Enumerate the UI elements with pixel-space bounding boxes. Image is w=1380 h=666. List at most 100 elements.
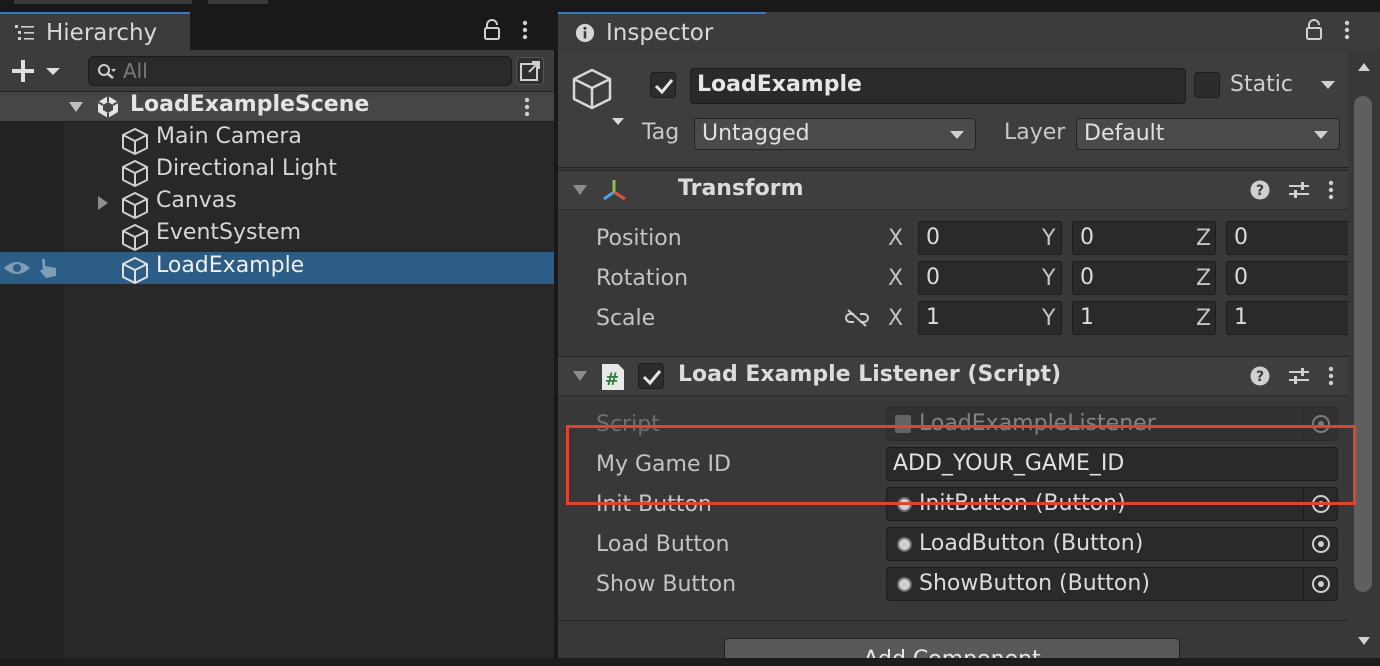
- hierarchy-panel: Hierarchy All LoadExampleScene Main Came…: [0, 12, 554, 666]
- tag-value: Untagged: [702, 121, 810, 146]
- hierarchy-tab-label: Hierarchy: [46, 20, 158, 46]
- kebab-menu-icon[interactable]: [524, 96, 530, 118]
- list-item-canvas[interactable]: Canvas: [0, 187, 554, 219]
- script-file-icon: [895, 415, 911, 433]
- rotation-x-field[interactable]: 0: [918, 261, 1062, 295]
- svg-text:#: #: [605, 370, 619, 390]
- visibility-eye-icon[interactable]: [2, 258, 32, 278]
- object-dot-icon: [897, 537, 912, 552]
- load-button-value: LoadButton (Button): [919, 531, 1144, 556]
- scroll-down-icon[interactable]: [1357, 636, 1371, 646]
- scale-label: Scale: [596, 306, 656, 331]
- scale-z-value: 1: [1234, 305, 1248, 330]
- inspector-panel: Inspector LoadExample Static Tag Untagge…: [558, 12, 1380, 666]
- script-component-header[interactable]: # Load Example Listener (Script) ?: [558, 356, 1348, 396]
- list-item-event-system[interactable]: EventSystem: [0, 219, 554, 251]
- chevron-down-icon: [950, 131, 964, 139]
- search-icon: [98, 64, 116, 79]
- axis-x-label: X: [888, 266, 904, 291]
- object-picker-icon[interactable]: [1303, 568, 1337, 600]
- inspector-scrollbar[interactable]: [1348, 50, 1380, 666]
- position-z-value: 0: [1234, 225, 1248, 250]
- hierarchy-list-icon: [15, 25, 34, 40]
- scale-x-field[interactable]: 1: [918, 301, 1062, 335]
- kebab-menu-icon[interactable]: [522, 19, 528, 41]
- scale-y-field[interactable]: 1: [1072, 301, 1216, 335]
- load-button-field[interactable]: LoadButton (Button): [886, 527, 1338, 561]
- list-item-directional-light[interactable]: Directional Light: [0, 155, 554, 187]
- chevron-right-icon[interactable]: [96, 195, 110, 211]
- constrain-proportions-icon[interactable]: [844, 308, 870, 328]
- top-tab-strip-2: [208, 0, 268, 4]
- create-dropdown-button[interactable]: [10, 58, 66, 84]
- position-y-value: 0: [1080, 225, 1094, 250]
- show-button-value: ShowButton (Button): [919, 571, 1150, 596]
- bottom-strip: [0, 658, 1380, 666]
- object-name-value: LoadExample: [697, 72, 862, 97]
- axis-z-label: Z: [1196, 226, 1212, 251]
- component-enabled-checkbox[interactable]: [638, 363, 664, 389]
- preset-sliders-icon[interactable]: [1288, 366, 1310, 386]
- rotation-y-field[interactable]: 0: [1072, 261, 1216, 295]
- show-button-field[interactable]: ShowButton (Button): [886, 567, 1338, 601]
- gameobject-icon-selector[interactable]: [570, 68, 626, 128]
- game-id-input[interactable]: ADD_YOUR_GAME_ID: [886, 447, 1338, 481]
- item-label: Directional Light: [156, 156, 337, 181]
- lock-icon[interactable]: [482, 19, 502, 41]
- object-name-field[interactable]: LoadExample: [690, 68, 1186, 104]
- pickable-hand-icon[interactable]: [36, 256, 60, 280]
- lock-icon[interactable]: [1304, 19, 1324, 41]
- scrollbar-thumb[interactable]: [1354, 96, 1372, 592]
- object-picker-icon[interactable]: [1303, 528, 1337, 560]
- checkmark-icon: [642, 370, 662, 386]
- help-icon[interactable]: ?: [1250, 180, 1270, 200]
- init-button-field[interactable]: InitButton (Button): [886, 487, 1338, 521]
- layer-label: Layer: [1004, 120, 1066, 145]
- preset-sliders-icon[interactable]: [1288, 180, 1310, 200]
- info-icon: [575, 23, 595, 43]
- scene-row[interactable]: LoadExampleScene: [0, 92, 554, 122]
- chevron-down-icon[interactable]: [572, 184, 588, 196]
- position-x-field[interactable]: 0: [918, 221, 1062, 255]
- static-checkbox[interactable]: [1194, 72, 1220, 98]
- scroll-up-icon[interactable]: [1357, 62, 1371, 72]
- tab-inspector[interactable]: Inspector: [558, 12, 766, 50]
- axis-z-label: Z: [1196, 306, 1212, 331]
- list-item-load-example[interactable]: LoadExample: [0, 252, 554, 284]
- position-y-field[interactable]: 0: [1072, 221, 1216, 255]
- script-component-title: Load Example Listener (Script): [678, 362, 1062, 387]
- active-checkbox[interactable]: [650, 72, 676, 98]
- kebab-menu-icon[interactable]: [1328, 179, 1334, 201]
- chevron-down-icon: [1314, 131, 1328, 139]
- game-id-value: ADD_YOUR_GAME_ID: [893, 451, 1125, 476]
- chevron-down-icon[interactable]: [572, 370, 588, 382]
- inspector-tab-bar-rest: [766, 12, 1380, 50]
- kebab-menu-icon[interactable]: [1328, 365, 1334, 387]
- inspector-tab-label: Inspector: [606, 20, 714, 46]
- chevron-down-icon[interactable]: [1320, 80, 1336, 90]
- search-input[interactable]: All: [88, 56, 512, 86]
- tag-dropdown[interactable]: Untagged: [694, 118, 976, 150]
- chevron-down-icon[interactable]: [68, 100, 84, 114]
- list-item-main-camera[interactable]: Main Camera: [0, 123, 554, 155]
- script-label: Script: [596, 412, 660, 437]
- scene-search-button[interactable]: [516, 57, 544, 85]
- object-dot-icon: [897, 577, 912, 592]
- rotation-z-value: 0: [1234, 265, 1248, 290]
- object-picker-icon[interactable]: [1303, 488, 1337, 520]
- static-label: Static: [1230, 72, 1293, 97]
- script-value: LoadExampleListener: [919, 411, 1156, 436]
- layer-value: Default: [1084, 121, 1165, 146]
- object-picker-icon: [1303, 408, 1337, 440]
- transform-header[interactable]: Transform ?: [558, 170, 1348, 210]
- hierarchy-tab-bar: Hierarchy: [0, 12, 554, 50]
- transform-icon: [603, 180, 626, 201]
- kebab-menu-icon[interactable]: [1344, 19, 1350, 41]
- tab-hierarchy[interactable]: Hierarchy: [0, 12, 190, 50]
- checkmark-icon: [654, 79, 674, 95]
- layer-dropdown[interactable]: Default: [1076, 118, 1340, 150]
- show-button-label: Show Button: [596, 572, 737, 597]
- help-icon[interactable]: ?: [1250, 366, 1270, 386]
- axis-x-label: X: [888, 306, 904, 331]
- gameobject-cube-icon: [122, 257, 148, 284]
